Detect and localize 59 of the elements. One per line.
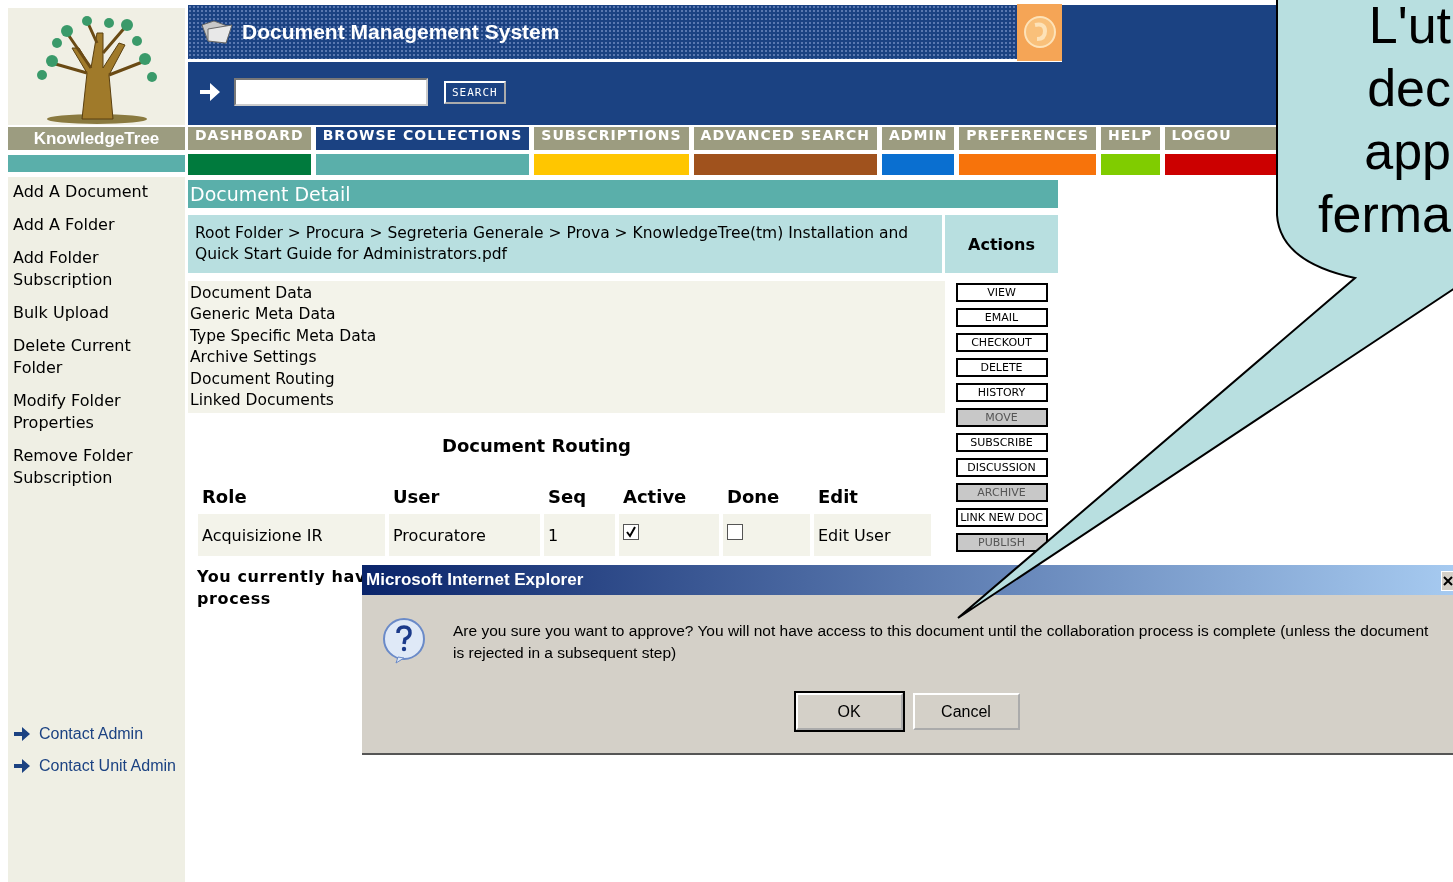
question-icon bbox=[380, 617, 428, 665]
action-button[interactable]: HISTORY bbox=[955, 383, 1048, 402]
section-title: Document Detail bbox=[188, 180, 1058, 208]
section-link[interactable]: Document Routing bbox=[190, 368, 943, 391]
actions-heading: Actions bbox=[945, 215, 1058, 273]
column-header: Seq bbox=[547, 485, 588, 510]
action-button[interactable]: EMAIL bbox=[955, 308, 1048, 327]
search-button[interactable]: SEARCH bbox=[444, 80, 506, 104]
callout-text: app bbox=[1364, 121, 1451, 182]
column-header: Edit bbox=[817, 485, 859, 510]
checkbox[interactable] bbox=[623, 524, 639, 541]
dialog-title: Microsoft Internet Explorer bbox=[366, 570, 584, 590]
arrow-icon bbox=[198, 80, 222, 104]
logo-wordmark: KnowledgeTree bbox=[8, 127, 185, 150]
section-link[interactable]: Type Specific Meta Data bbox=[190, 325, 943, 348]
column-header: Done bbox=[726, 485, 781, 510]
folder-icon bbox=[200, 19, 234, 45]
contact-link[interactable]: Contact Admin bbox=[39, 725, 144, 743]
column-header: Active bbox=[622, 485, 688, 510]
routing-title: Document Routing bbox=[441, 435, 632, 457]
sidebar-link[interactable]: Modify Folder Properties bbox=[13, 390, 180, 434]
arrow-icon bbox=[13, 757, 31, 775]
action-button[interactable]: DELETE bbox=[955, 358, 1048, 377]
checkbox[interactable] bbox=[727, 524, 743, 541]
section-link[interactable]: Document Data bbox=[190, 283, 943, 305]
column-header: User bbox=[392, 485, 441, 510]
sidebar-link[interactable]: Bulk Upload bbox=[13, 302, 180, 324]
section-link[interactable]: Linked Documents bbox=[190, 390, 943, 412]
action-button[interactable]: DISCUSSION bbox=[955, 458, 1048, 477]
swirl-icon bbox=[1022, 15, 1057, 49]
arrow-icon bbox=[13, 725, 31, 743]
callout-text: dec bbox=[1367, 58, 1451, 119]
section-link[interactable]: Archive Settings bbox=[190, 347, 943, 369]
nav-tab[interactable]: BROWSE COLLECTIONS bbox=[315, 127, 530, 150]
table-cell: Procuratore bbox=[389, 514, 540, 557]
callout-text: ferma bbox=[1318, 184, 1451, 245]
callout-text: L'ut bbox=[1368, 0, 1451, 56]
action-button[interactable]: SUBSCRIBE bbox=[955, 433, 1048, 452]
sidebar-link[interactable]: Delete Current Folder bbox=[13, 335, 180, 379]
close-icon[interactable] bbox=[1441, 571, 1453, 591]
section-link[interactable]: Generic Meta Data bbox=[190, 304, 943, 326]
app-title: Document Management System bbox=[242, 20, 561, 44]
action-button[interactable]: LINK NEW DOC bbox=[955, 508, 1048, 527]
dialog-button[interactable]: Cancel bbox=[912, 693, 1020, 730]
table-cell: 1 bbox=[544, 514, 615, 557]
sidebar-link[interactable]: Add A Document bbox=[13, 181, 180, 203]
search-field[interactable] bbox=[234, 78, 428, 106]
contact-link[interactable]: Contact Unit Admin bbox=[39, 757, 176, 775]
sidebar-link[interactable]: Add A Folder bbox=[13, 214, 180, 236]
column-header: Role bbox=[201, 485, 248, 510]
action-button[interactable]: VIEW bbox=[955, 283, 1048, 302]
action-button[interactable]: CHECKOUT bbox=[955, 333, 1048, 352]
sidebar-link[interactable]: Remove Folder Subscription bbox=[13, 445, 180, 489]
dialog-message: Are you sure you want to approve? You will not have access to this document until the collaboration process is complete (unless the document is rejected in a subsequent step) bbox=[453, 621, 1430, 663]
dialog-button[interactable]: OK bbox=[795, 693, 903, 730]
breadcrumb: Root Folder > Procura > Segreteria Generale > Prova > KnowledgeTree(tm) Installation and Quick Start Guide for Administrators.pdf bbox=[188, 215, 942, 273]
notice-text: process bbox=[197, 588, 271, 611]
sidebar-link[interactable]: Add Folder Subscription bbox=[13, 247, 180, 291]
table-cell: Acquisizione IR bbox=[198, 514, 385, 557]
